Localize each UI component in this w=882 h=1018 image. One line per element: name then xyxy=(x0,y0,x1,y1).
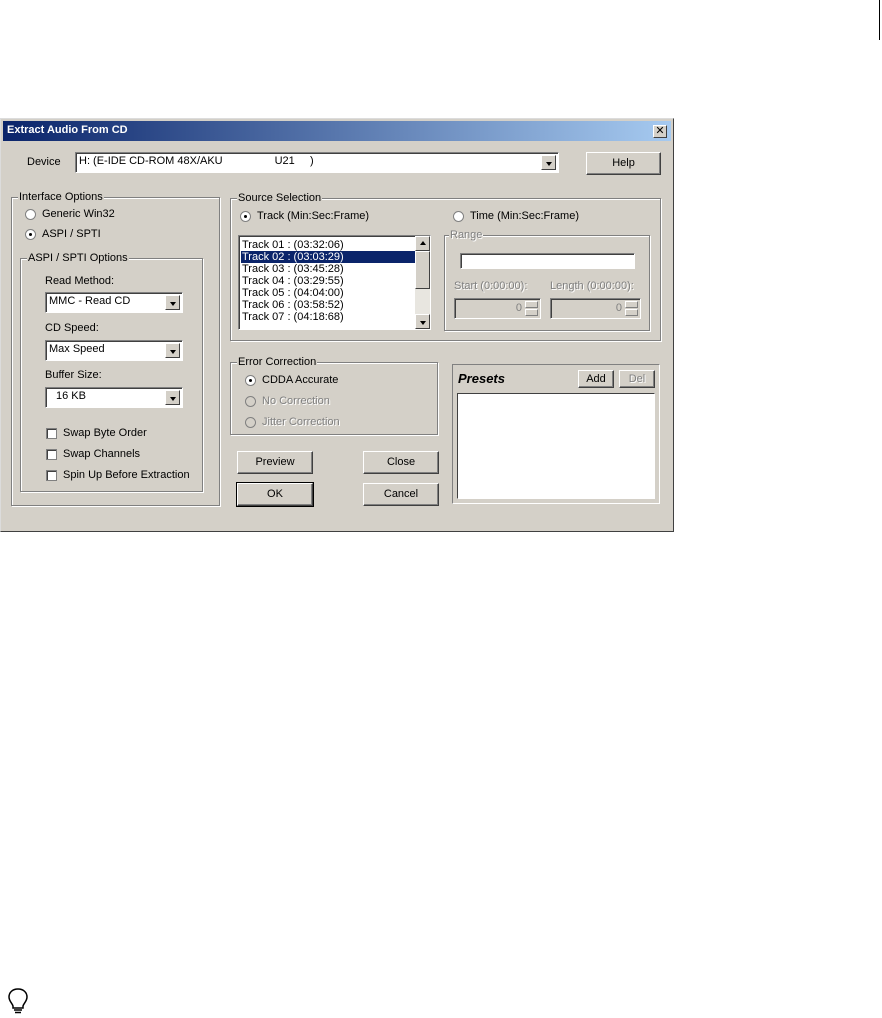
add-preset-label: Add xyxy=(586,373,606,385)
del-preset-label: Del xyxy=(628,373,646,385)
close-icon: ✕ xyxy=(655,125,665,137)
cancel-button[interactable]: Cancel xyxy=(363,483,439,506)
scroll-up-icon[interactable] xyxy=(415,236,430,251)
length-value: 0 xyxy=(615,302,622,314)
extract-audio-dialog: Extract Audio From CD ✕ Device H: (E-IDE… xyxy=(0,118,674,532)
swap-channels-label: Swap Channels xyxy=(63,448,141,460)
start-spinner: 0 xyxy=(454,298,541,319)
help-button[interactable]: Help xyxy=(586,152,661,175)
del-preset-button: Del xyxy=(619,370,655,388)
time-mode-radio[interactable] xyxy=(453,211,464,222)
ok-button-label: OK xyxy=(267,488,283,500)
read-method-value: MMC - Read CD xyxy=(49,295,131,307)
cd-speed-select[interactable]: Max Speed xyxy=(45,340,183,361)
read-method-label: Read Method: xyxy=(45,275,115,287)
preview-button-label: Preview xyxy=(255,456,295,468)
cd-speed-label: CD Speed: xyxy=(45,322,99,334)
buffer-size-select[interactable]: 16 KB xyxy=(45,387,183,408)
chevron-down-icon[interactable] xyxy=(165,343,180,358)
range-legend: Range xyxy=(449,229,484,241)
scroll-thumb[interactable] xyxy=(415,251,430,289)
track-mode-label: Track (Min:Sec:Frame) xyxy=(257,210,370,222)
aspi-spti-radio[interactable] xyxy=(25,229,36,240)
cd-speed-value: Max Speed xyxy=(49,343,105,355)
read-method-select[interactable]: MMC - Read CD xyxy=(45,292,183,313)
close-button-label: Close xyxy=(386,456,416,468)
close-window-button[interactable]: ✕ xyxy=(653,125,667,138)
track-list-scrollbar[interactable] xyxy=(415,236,430,329)
track-item[interactable]: Track 04 : (03:29:55) xyxy=(241,275,416,287)
add-preset-button[interactable]: Add xyxy=(578,370,614,388)
time-mode-label: Time (Min:Sec:Frame) xyxy=(470,210,579,222)
range-field xyxy=(460,253,635,269)
lightbulb-icon xyxy=(6,987,30,1018)
device-label: Device xyxy=(27,156,61,168)
interface-options-legend: Interface Options xyxy=(18,191,104,203)
scroll-down-icon[interactable] xyxy=(415,314,430,329)
cancel-button-label: Cancel xyxy=(383,488,419,500)
cdda-accurate-label: CDDA Accurate xyxy=(262,374,339,386)
chevron-down-icon[interactable] xyxy=(541,155,556,170)
start-value: 0 xyxy=(515,302,522,314)
error-correction-legend: Error Correction xyxy=(237,356,318,368)
no-correction-label: No Correction xyxy=(262,395,330,407)
aspi-options-legend: ASPI / SPTI Options xyxy=(27,252,129,264)
device-value: H: (E-IDE CD-ROM 48X/AKU U21 ) xyxy=(79,155,314,167)
title-bar[interactable]: Extract Audio From CD ✕ xyxy=(3,121,671,141)
swap-byte-order-label: Swap Byte Order xyxy=(63,427,147,439)
jitter-correction-radio xyxy=(245,417,256,428)
help-button-label: Help xyxy=(612,157,635,169)
source-selection-legend: Source Selection xyxy=(237,192,323,204)
aspi-spti-label: ASPI / SPTI xyxy=(42,228,101,240)
track-item[interactable]: Track 01 : (03:32:06) xyxy=(241,239,416,251)
spin-up-checkbox[interactable] xyxy=(46,470,57,481)
track-mode-radio[interactable] xyxy=(240,211,251,222)
chevron-down-icon[interactable] xyxy=(165,390,180,405)
generic-win32-label: Generic Win32 xyxy=(42,208,115,220)
start-label: Start (0:00:00): xyxy=(454,280,528,292)
track-item[interactable]: Track 06 : (03:58:52) xyxy=(241,299,416,311)
buffer-size-label: Buffer Size: xyxy=(45,369,102,381)
jitter-correction-label: Jitter Correction xyxy=(262,416,340,428)
cdda-accurate-radio[interactable] xyxy=(245,375,256,386)
page-margin-bar xyxy=(879,0,880,40)
track-item[interactable]: Track 07 : (04:18:68) xyxy=(241,311,416,323)
track-item[interactable]: Track 05 : (04:04:00) xyxy=(241,287,416,299)
dialog-title: Extract Audio From CD xyxy=(7,124,128,136)
track-item-selected[interactable]: Track 02 : (03:03:29) xyxy=(241,251,416,263)
track-item[interactable]: Track 03 : (03:45:28) xyxy=(241,263,416,275)
length-label: Length (0:00:00): xyxy=(550,280,634,292)
buffer-size-value: 16 KB xyxy=(56,390,86,402)
ok-button[interactable]: OK xyxy=(236,482,314,507)
track-list[interactable]: Track 01 : (03:32:06) Track 02 : (03:03:… xyxy=(238,235,431,330)
chevron-down-icon[interactable] xyxy=(165,295,180,310)
presets-panel: Presets Add Del xyxy=(452,364,660,504)
generic-win32-radio[interactable] xyxy=(25,209,36,220)
no-correction-radio xyxy=(245,396,256,407)
swap-byte-order-checkbox[interactable] xyxy=(46,428,57,439)
presets-list[interactable] xyxy=(457,393,655,499)
presets-title: Presets xyxy=(458,371,505,386)
spin-up-label: Spin Up Before Extraction xyxy=(63,469,190,481)
device-select[interactable]: H: (E-IDE CD-ROM 48X/AKU U21 ) xyxy=(75,152,559,173)
preview-button[interactable]: Preview xyxy=(237,451,313,474)
swap-channels-checkbox[interactable] xyxy=(46,449,57,460)
close-button[interactable]: Close xyxy=(363,451,439,474)
length-spinner: 0 xyxy=(550,298,641,319)
